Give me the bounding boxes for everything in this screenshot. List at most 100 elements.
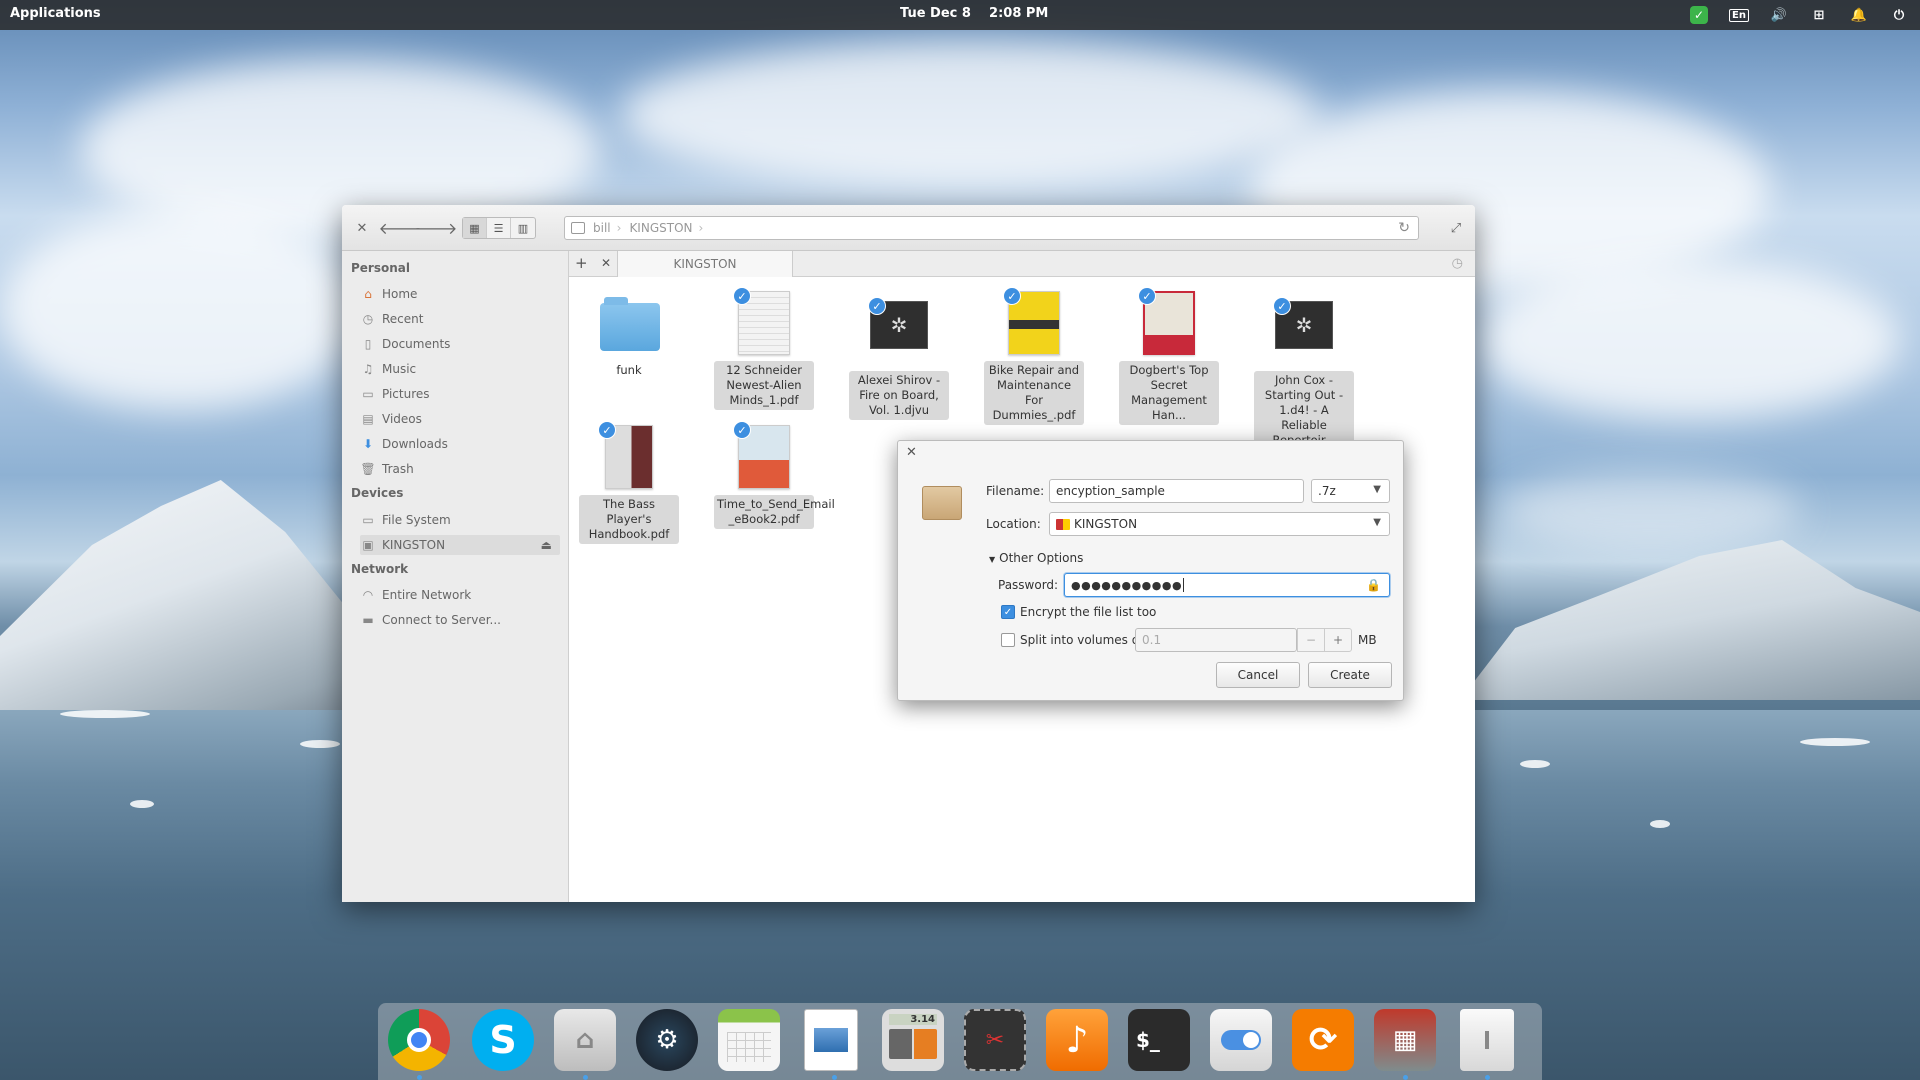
back-button[interactable]: 🡐 xyxy=(379,217,422,239)
file-item[interactable]: ✓ ✲ John Cox - Starting Out - 1.d4! - A R… xyxy=(1254,291,1354,450)
file-item[interactable]: funk xyxy=(579,291,679,380)
location-select[interactable]: KINGSTON ▼ xyxy=(1049,512,1390,536)
sidebar-item-home[interactable]: ⌂ Home xyxy=(360,284,560,304)
switchboard-icon[interactable] xyxy=(1210,1009,1272,1071)
running-indicator xyxy=(1485,1075,1490,1080)
selected-check-icon[interactable]: ✓ xyxy=(598,421,616,439)
cancel-button[interactable]: Cancel xyxy=(1216,662,1300,688)
chevron-down-icon: ▼ xyxy=(1373,484,1381,495)
selected-check-icon[interactable]: ✓ xyxy=(868,297,886,315)
usb-drive-icon[interactable] xyxy=(1460,1009,1514,1071)
filename-value: encyption_sample xyxy=(1056,484,1165,498)
split-size-value: 0.1 xyxy=(1142,633,1162,647)
sidebar-item-trash[interactable]: 🗑 Trash xyxy=(360,459,560,479)
running-indicator xyxy=(417,1075,422,1080)
document-viewer-icon[interactable] xyxy=(804,1009,858,1071)
path-bar[interactable]: bill › KINGSTON › ↻ xyxy=(564,216,1419,240)
split-volumes-checkbox[interactable] xyxy=(1001,633,1015,647)
new-tab-button[interactable]: + xyxy=(575,254,588,272)
selected-check-icon[interactable]: ✓ xyxy=(733,421,751,439)
sidebar-item-videos[interactable]: ▤ Videos xyxy=(360,409,560,429)
close-window-button[interactable]: ✕ xyxy=(352,217,372,239)
sync-icon[interactable]: ⟳ xyxy=(1292,1009,1354,1071)
sidebar-item-kingston[interactable]: ▣ KINGSTON ⏏ xyxy=(360,535,560,555)
reload-icon[interactable]: ↻ xyxy=(1398,220,1410,236)
forward-button[interactable]: 🡒 xyxy=(415,217,458,239)
sidebar-item-documents[interactable]: ▯ Documents xyxy=(360,334,560,354)
encrypt-file-list-checkbox[interactable]: ✓ xyxy=(1001,605,1015,619)
eject-icon[interactable]: ⏏ xyxy=(541,538,552,552)
sidebar-item-entire-network[interactable]: ◠ Entire Network xyxy=(360,585,560,605)
password-mask: ●●●●●●●●●●● xyxy=(1071,578,1183,592)
icon-view-button[interactable]: ▦ xyxy=(463,218,487,238)
fullscreen-button[interactable]: ⤢ xyxy=(1446,217,1466,239)
selected-check-icon[interactable]: ✓ xyxy=(1003,287,1021,305)
file-item[interactable]: ✓ Bike Repair and Maintenance For Dummie… xyxy=(984,287,1084,425)
file-item[interactable]: ✓ The Bass Player's Handbook.pdf xyxy=(579,421,679,544)
split-volumes-label[interactable]: Split into volumes of xyxy=(1020,633,1143,647)
file-item[interactable]: ✓ ✲ Alexei Shirov - Fire on Board, Vol. 1… xyxy=(849,291,949,420)
sidebar-item-downloads[interactable]: ⬇ Downloads xyxy=(360,434,560,454)
breadcrumb-bill[interactable]: bill xyxy=(593,221,611,235)
text-cursor xyxy=(1183,578,1185,592)
create-button[interactable]: Create xyxy=(1308,662,1392,688)
breadcrumb-kingston[interactable]: KINGSTON xyxy=(629,221,692,235)
sidebar-item-label: KINGSTON xyxy=(382,538,446,552)
skype-icon[interactable]: S xyxy=(472,1009,534,1071)
selected-check-icon[interactable]: ✓ xyxy=(1273,297,1291,315)
keyboard-layout-icon[interactable]: En xyxy=(1729,5,1749,25)
split-size-decrement-button[interactable]: − xyxy=(1297,628,1325,652)
calculator-icon[interactable]: 3.14 xyxy=(882,1009,944,1071)
sidebar-item-label: Music xyxy=(382,362,417,376)
close-dialog-button[interactable]: ✕ xyxy=(906,445,917,460)
calendar-icon[interactable] xyxy=(718,1009,780,1071)
package-installer-icon[interactable]: ▦ xyxy=(1374,1009,1436,1071)
column-view-button[interactable]: ▥ xyxy=(511,218,535,238)
calculator-display: 3.14 xyxy=(889,1014,937,1025)
power-icon[interactable]: ⏻ xyxy=(1889,5,1909,25)
sidebar-item-label: Pictures xyxy=(382,387,430,401)
sidebar-item-connect-to-server[interactable]: ▬ Connect to Server... xyxy=(360,610,560,630)
screenshot-icon[interactable]: ✂ xyxy=(964,1009,1026,1071)
volume-icon[interactable]: 🔊 xyxy=(1769,5,1789,25)
sidebar-item-label: Trash xyxy=(382,462,414,476)
music-icon[interactable]: ♪ xyxy=(1046,1009,1108,1071)
chevron-down-icon: ▼ xyxy=(1373,517,1381,528)
selected-check-icon[interactable]: ✓ xyxy=(1138,287,1156,305)
extension-select[interactable]: .7z ▼ xyxy=(1311,479,1390,503)
sidebar-item-label: Home xyxy=(382,287,418,301)
view-switcher: ▦ ☰ ▥ xyxy=(462,217,536,239)
terminal-icon[interactable]: $_ xyxy=(1128,1009,1190,1071)
files-icon[interactable]: ⌂ xyxy=(554,1009,616,1071)
password-label: Password: xyxy=(998,578,1059,592)
steam-icon[interactable]: ⚙ xyxy=(636,1009,698,1071)
sidebar-item-pictures[interactable]: ▭ Pictures xyxy=(360,384,560,404)
split-size-increment-button[interactable]: + xyxy=(1324,628,1352,652)
password-input[interactable]: ●●●●●●●●●●● 🔒 xyxy=(1064,573,1390,597)
encrypt-file-list-label[interactable]: Encrypt the file list too xyxy=(1020,605,1156,619)
network-icon[interactable]: ⊞ xyxy=(1809,5,1829,25)
other-options-expander[interactable]: ▼ Other Options xyxy=(989,551,1083,565)
file-name: John Cox - Starting Out - 1.d4! - A Reli… xyxy=(1254,371,1354,450)
notifications-icon[interactable]: 🔔 xyxy=(1849,5,1869,25)
lock-icon[interactable]: 🔒 xyxy=(1366,578,1381,592)
tab-kingston[interactable]: KINGSTON xyxy=(617,251,793,277)
sidebar-item-recent[interactable]: ◷ Recent xyxy=(360,309,560,329)
file-item[interactable]: ✓ Time_to_Send_Email _eBook2.pdf xyxy=(714,421,835,529)
usb-drive-icon xyxy=(1056,518,1070,530)
applications-menu[interactable]: Applications xyxy=(10,6,101,21)
list-view-button[interactable]: ☰ xyxy=(487,218,511,238)
history-icon[interactable]: ◷ xyxy=(1452,256,1463,271)
extension-value: .7z xyxy=(1318,484,1336,498)
filename-input[interactable]: encyption_sample xyxy=(1049,479,1304,503)
file-item[interactable]: ✓ Dogbert's Top Secret Management Han... xyxy=(1119,287,1219,425)
file-item[interactable]: ✓ 12 Schneider Newest-Alien Minds_1.pdf xyxy=(714,287,814,410)
panel-clock[interactable]: Tue Dec 8 2:08 PM xyxy=(900,6,1048,21)
sidebar-item-file-system[interactable]: ▭ File System xyxy=(360,510,560,530)
selected-check-icon[interactable]: ✓ xyxy=(733,287,751,305)
file-name: Bike Repair and Maintenance For Dummies_… xyxy=(984,361,1084,425)
close-tab-button[interactable]: ✕ xyxy=(601,256,611,270)
sidebar-item-music[interactable]: ♫ Music xyxy=(360,359,560,379)
check-icon[interactable]: ✓ xyxy=(1689,5,1709,25)
chrome-icon[interactable] xyxy=(388,1009,450,1071)
